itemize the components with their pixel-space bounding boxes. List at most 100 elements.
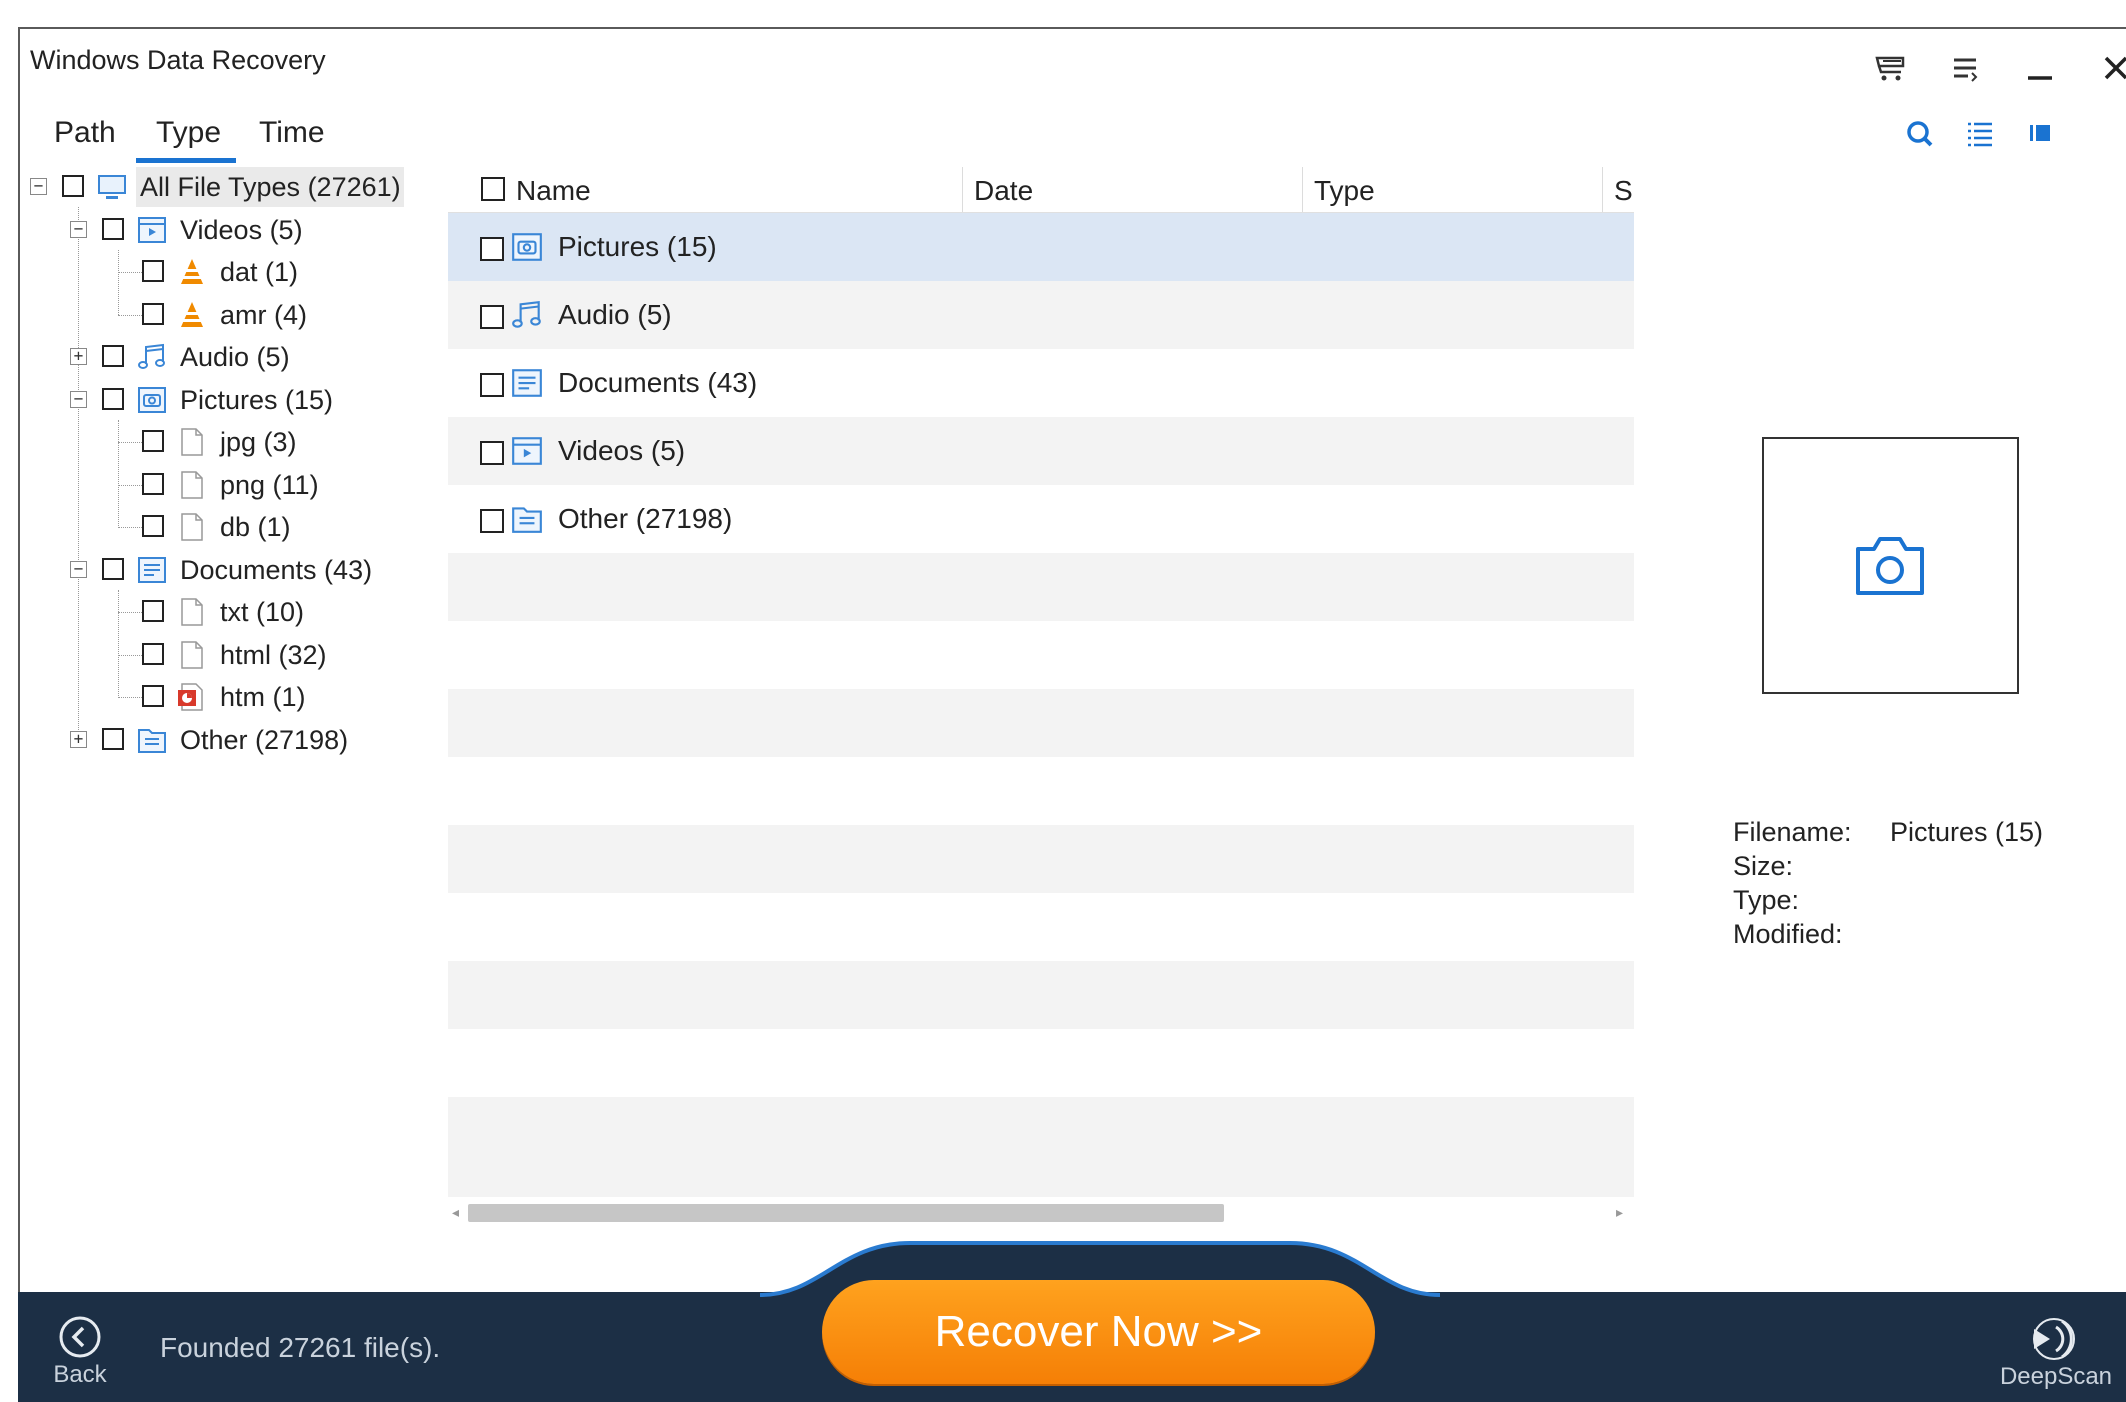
status-text: Founded 27261 file(s). bbox=[160, 1332, 441, 1363]
back-arrow-icon bbox=[59, 1316, 101, 1358]
tree-label: amr (4) bbox=[220, 300, 307, 330]
tree-label: db (1) bbox=[220, 512, 291, 542]
scrollbar-thumb[interactable] bbox=[468, 1204, 1224, 1222]
column-size[interactable]: S bbox=[1614, 175, 1633, 207]
tree-label: htm (1) bbox=[220, 682, 306, 712]
row-checkbox[interactable] bbox=[480, 373, 504, 397]
tree-label: png (11) bbox=[220, 470, 319, 500]
select-all-checkbox[interactable] bbox=[481, 177, 505, 201]
tree-item-pictures[interactable]: − Pictures (15) bbox=[70, 380, 370, 420]
tree-item-videos[interactable]: − Videos (5) bbox=[70, 210, 370, 250]
tree-connector bbox=[78, 207, 79, 742]
list-header: Name Date Type S bbox=[448, 167, 1634, 213]
tree-item-html[interactable]: html (32) bbox=[110, 635, 370, 675]
tree-item-all-file-types[interactable]: − All File Types (27261) bbox=[30, 167, 410, 207]
cart-icon[interactable] bbox=[1873, 50, 1909, 86]
tree-checkbox[interactable] bbox=[62, 175, 84, 197]
horizontal-scrollbar[interactable]: ◂ ▸ bbox=[448, 1198, 1634, 1226]
recover-now-button[interactable]: Recover Now >> bbox=[822, 1280, 1375, 1384]
tree-item-jpg[interactable]: jpg (3) bbox=[110, 422, 370, 462]
search-icon[interactable] bbox=[1902, 116, 1936, 150]
empty-row bbox=[448, 553, 1634, 621]
close-icon[interactable] bbox=[2098, 50, 2126, 86]
collapse-icon[interactable]: − bbox=[30, 178, 47, 195]
deepscan-button[interactable]: DeepScan bbox=[1996, 1315, 2116, 1395]
tree-item-amr[interactable]: amr (4) bbox=[110, 295, 370, 335]
column-divider[interactable] bbox=[962, 167, 963, 212]
column-type[interactable]: Type bbox=[1314, 175, 1375, 207]
tree-checkbox[interactable] bbox=[142, 643, 164, 665]
menu-icon[interactable] bbox=[1948, 50, 1984, 86]
tree-item-db[interactable]: db (1) bbox=[110, 507, 370, 547]
tree-checkbox[interactable] bbox=[102, 388, 124, 410]
tree-checkbox[interactable] bbox=[142, 260, 164, 282]
row-checkbox[interactable] bbox=[480, 305, 504, 329]
tree-checkbox[interactable] bbox=[102, 558, 124, 580]
tree-label: Other (27198) bbox=[180, 725, 349, 755]
tree-item-other[interactable]: + Other (27198) bbox=[70, 720, 390, 760]
expand-icon[interactable]: + bbox=[70, 731, 87, 748]
column-divider[interactable] bbox=[1602, 167, 1603, 212]
scroll-right-icon[interactable]: ▸ bbox=[1616, 1204, 1623, 1221]
tab-type[interactable]: Type bbox=[156, 116, 221, 150]
collapse-icon[interactable]: − bbox=[70, 391, 87, 408]
tree-checkbox[interactable] bbox=[102, 218, 124, 240]
tree-item-txt[interactable]: txt (10) bbox=[110, 592, 370, 632]
list-item-audio[interactable]: Audio (5) bbox=[448, 281, 1634, 349]
audio-icon bbox=[136, 342, 168, 372]
tree-checkbox[interactable] bbox=[102, 345, 124, 367]
videos-icon bbox=[136, 215, 168, 245]
list-item-documents[interactable]: Documents (43) bbox=[448, 349, 1634, 417]
other-icon bbox=[510, 502, 544, 536]
tree-item-audio[interactable]: + Audio (5) bbox=[70, 337, 370, 377]
tree-item-dat[interactable]: dat (1) bbox=[110, 252, 370, 292]
filename-label: Filename: bbox=[1733, 817, 1852, 847]
scroll-left-icon[interactable]: ◂ bbox=[452, 1204, 459, 1221]
tree-checkbox[interactable] bbox=[142, 685, 164, 707]
deepscan-icon bbox=[2033, 1318, 2075, 1360]
empty-row bbox=[448, 961, 1634, 1029]
list-item-videos[interactable]: Videos (5) bbox=[448, 417, 1634, 485]
collapse-icon[interactable]: − bbox=[70, 221, 87, 238]
media-cone-icon bbox=[176, 300, 208, 330]
empty-row bbox=[448, 757, 1634, 825]
presentation-file-icon bbox=[176, 682, 208, 712]
list-view-icon[interactable] bbox=[1962, 116, 1996, 150]
column-name[interactable]: Name bbox=[516, 175, 591, 207]
file-icon bbox=[176, 597, 208, 627]
row-checkbox[interactable] bbox=[480, 441, 504, 465]
modified-label: Modified: bbox=[1733, 919, 1843, 949]
empty-row bbox=[448, 1097, 1634, 1197]
tab-time[interactable]: Time bbox=[259, 116, 325, 150]
file-icon bbox=[176, 640, 208, 670]
tree-checkbox[interactable] bbox=[102, 728, 124, 750]
minimize-icon[interactable] bbox=[2022, 50, 2058, 86]
list-item-pictures[interactable]: Pictures (15) bbox=[448, 213, 1634, 281]
media-cone-icon bbox=[176, 257, 208, 287]
tree-label: Documents (43) bbox=[180, 555, 373, 585]
tab-path[interactable]: Path bbox=[54, 116, 116, 150]
tree-label: Audio (5) bbox=[180, 342, 290, 372]
empty-row bbox=[448, 621, 1634, 689]
collapse-icon[interactable]: − bbox=[70, 561, 87, 578]
row-checkbox[interactable] bbox=[480, 509, 504, 533]
tree-item-documents[interactable]: − Documents (43) bbox=[70, 550, 390, 590]
column-date[interactable]: Date bbox=[974, 175, 1033, 207]
tree-checkbox[interactable] bbox=[142, 473, 164, 495]
tree-item-png[interactable]: png (11) bbox=[110, 465, 370, 505]
tree-checkbox[interactable] bbox=[142, 430, 164, 452]
back-button[interactable]: Back bbox=[50, 1315, 110, 1395]
column-divider[interactable] bbox=[1302, 167, 1303, 212]
list-item-other[interactable]: Other (27198) bbox=[448, 485, 1634, 553]
tree-checkbox[interactable] bbox=[142, 600, 164, 622]
tree-item-htm[interactable]: htm (1) bbox=[110, 677, 370, 717]
back-label: Back bbox=[53, 1361, 107, 1388]
preview-view-icon[interactable] bbox=[2022, 116, 2056, 150]
tree-checkbox[interactable] bbox=[142, 303, 164, 325]
tree-checkbox[interactable] bbox=[142, 515, 164, 537]
row-checkbox[interactable] bbox=[480, 237, 504, 261]
expand-icon[interactable]: + bbox=[70, 348, 87, 365]
preview-thumbnail bbox=[1762, 437, 2019, 694]
tree-label: html (32) bbox=[220, 640, 327, 670]
videos-icon bbox=[510, 434, 544, 468]
